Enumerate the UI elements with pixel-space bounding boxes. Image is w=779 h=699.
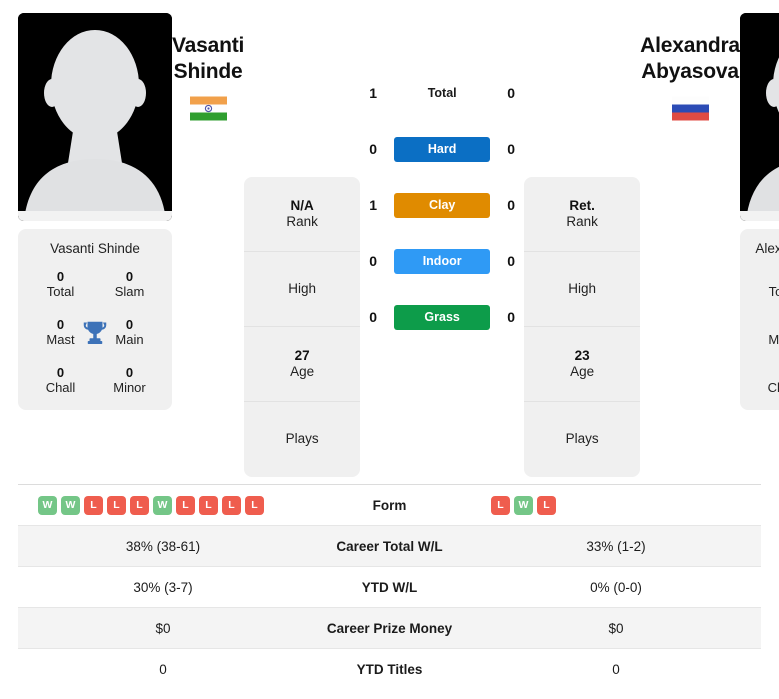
row-label-career-prize-money: Career Prize Money: [308, 607, 471, 649]
right-player-identity: Alexandra Abyasova: [640, 13, 740, 121]
table-row-career-total-wl: 38% (38-61) Career Total W/L 33% (1-2): [18, 525, 761, 567]
right-player-titles-card: Alexandra Abyasova 0 Total 0 Slam 0 Mast: [739, 229, 779, 410]
form-badge-loss[interactable]: L: [537, 495, 556, 515]
grass-right-score: 0: [507, 309, 516, 325]
players-comparison-header: Vasanti Shinde 0 Total 0 Slam 0 Mast 0 M…: [0, 0, 779, 477]
form-badge-loss[interactable]: L: [84, 495, 103, 515]
trophy-mast: 0 Mast: [768, 317, 779, 347]
career-total-wl-right: 33% (1-2): [471, 525, 761, 567]
grass-left-score: 0: [369, 309, 378, 325]
right-trophy-grid: 0 Total 0 Slam 0 Mast 0 Main: [748, 269, 779, 396]
right-form-badges: LWL: [477, 495, 755, 515]
trophy-total: 0 Total: [46, 269, 75, 299]
clay-left-score: 1: [369, 197, 378, 213]
left-rank-cell: N/A Rank: [244, 177, 361, 252]
table-row-ytd-wl: 30% (3-7) YTD W/L 0% (0-0): [18, 566, 761, 608]
right-player-info-card: Ret. Rank High 23 Age Plays: [524, 177, 641, 477]
player-avatar-placeholder-icon: [18, 13, 172, 221]
table-row-career-prize-money: $0 Career Prize Money $0: [18, 607, 761, 649]
ytd-titles-right: 0: [471, 648, 761, 690]
form-badge-win[interactable]: W: [38, 495, 57, 515]
indoor-left-score: 0: [369, 253, 378, 269]
row-label-form: Form: [308, 484, 471, 526]
right-rank-cell: Ret. Rank: [524, 177, 641, 252]
surface-row-clay: 1 Clay 0: [360, 177, 524, 233]
form-badge-win[interactable]: W: [61, 495, 80, 515]
table-row-ytd-titles: 0 YTD Titles 0: [18, 648, 761, 690]
surface-row-hard: 0 Hard 0: [360, 121, 524, 177]
form-badge-loss[interactable]: L: [245, 495, 264, 515]
total-right-score: 0: [507, 85, 516, 101]
form-right-cell: LWL: [471, 484, 761, 526]
trophy-slam: 0 Slam: [114, 269, 145, 299]
left-player-name: Vasanti Shinde: [172, 34, 245, 83]
right-plays-cell: Plays: [565, 431, 599, 447]
surface-scores-column: 1 Total 0 0 Hard 0 1 Clay 0 0 Indoor 0 0: [360, 65, 524, 345]
surface-label-grass[interactable]: Grass: [394, 304, 491, 330]
flag-india-icon: [189, 96, 227, 121]
flag-russia-icon: [671, 96, 709, 121]
surface-row-total: 1 Total 0: [360, 65, 524, 121]
comparison-stats-table: WWLLLWLLLL Form LWL 38% (38-61) Career T…: [18, 484, 761, 690]
left-player-card-name: Vasanti Shinde: [50, 241, 140, 256]
surface-label-indoor[interactable]: Indoor: [394, 248, 491, 274]
form-badge-win[interactable]: W: [514, 495, 533, 515]
right-player-avatar[interactable]: [739, 13, 779, 221]
left-age-cell: 27 Age: [244, 327, 361, 402]
player-avatar-placeholder-icon: [739, 13, 779, 221]
ytd-wl-right: 0% (0-0): [471, 566, 761, 608]
surface-row-grass: 0 Grass 0: [360, 289, 524, 345]
form-badge-win[interactable]: W: [153, 495, 172, 515]
form-badge-loss[interactable]: L: [199, 495, 218, 515]
left-form-badges: WWLLLWLLLL: [24, 495, 302, 515]
clay-right-score: 0: [507, 197, 516, 213]
left-player-avatar[interactable]: [18, 13, 172, 221]
ytd-titles-left: 0: [18, 648, 308, 690]
left-player-titles-card: Vasanti Shinde 0 Total 0 Slam 0 Mast 0 M…: [18, 229, 172, 410]
left-high-cell: High: [244, 252, 361, 327]
trophy-chall: 0 Chall: [45, 364, 76, 395]
row-label-ytd-titles: YTD Titles: [308, 648, 471, 690]
surface-label-hard[interactable]: Hard: [394, 136, 491, 162]
left-player-column: Vasanti Shinde 0 Total 0 Slam 0 Mast 0 M…: [18, 13, 172, 410]
form-badge-loss[interactable]: L: [130, 495, 149, 515]
head-to-head-page: Vasanti Shinde 0 Total 0 Slam 0 Mast 0 M…: [0, 0, 779, 699]
career-prize-money-left: $0: [18, 607, 308, 649]
career-prize-money-right: $0: [471, 607, 761, 649]
right-high-cell: High: [524, 252, 641, 327]
career-total-wl-left: 38% (38-61): [18, 525, 308, 567]
form-badge-loss[interactable]: L: [176, 495, 195, 515]
left-trophy-grid: 0 Total 0 Slam 0 Mast 0 Main 0 Chall 0 M…: [26, 269, 164, 396]
surface-label-total: Total: [427, 85, 457, 100]
surface-label-clay[interactable]: Clay: [394, 192, 491, 218]
left-plays-cell: Plays: [285, 431, 319, 447]
right-player-column: Alexandra Abyasova 0 Total 0 Slam 0 Mast: [739, 13, 779, 410]
table-row-form: WWLLLWLLLL Form LWL: [18, 484, 761, 526]
right-player-card-name: Alexandra Abyasova: [755, 241, 779, 256]
trophy-minor: 0 Minor: [113, 364, 146, 395]
trophy-icon: [80, 318, 110, 348]
form-badge-loss[interactable]: L: [491, 495, 510, 515]
row-label-ytd-wl: YTD W/L: [308, 566, 471, 608]
left-player-identity: Vasanti Shinde: [172, 13, 244, 121]
trophy-total: 0 Total: [768, 269, 779, 299]
hard-right-score: 0: [507, 141, 516, 157]
hard-left-score: 0: [369, 141, 378, 157]
ytd-wl-left: 30% (3-7): [18, 566, 308, 608]
form-left-cell: WWLLLWLLLL: [18, 484, 308, 526]
form-badge-loss[interactable]: L: [222, 495, 241, 515]
right-age-cell: 23 Age: [524, 327, 641, 402]
indoor-right-score: 0: [507, 253, 516, 269]
trophy-chall: 0 Chall: [767, 365, 779, 395]
total-left-score: 1: [369, 85, 378, 101]
right-player-name: Alexandra Abyasova: [640, 34, 740, 83]
form-badge-loss[interactable]: L: [107, 495, 126, 515]
surface-row-indoor: 0 Indoor 0: [360, 233, 524, 289]
left-player-info-card: N/A Rank High 27 Age Plays: [244, 177, 361, 477]
row-label-career-total-wl: Career Total W/L: [308, 525, 471, 567]
